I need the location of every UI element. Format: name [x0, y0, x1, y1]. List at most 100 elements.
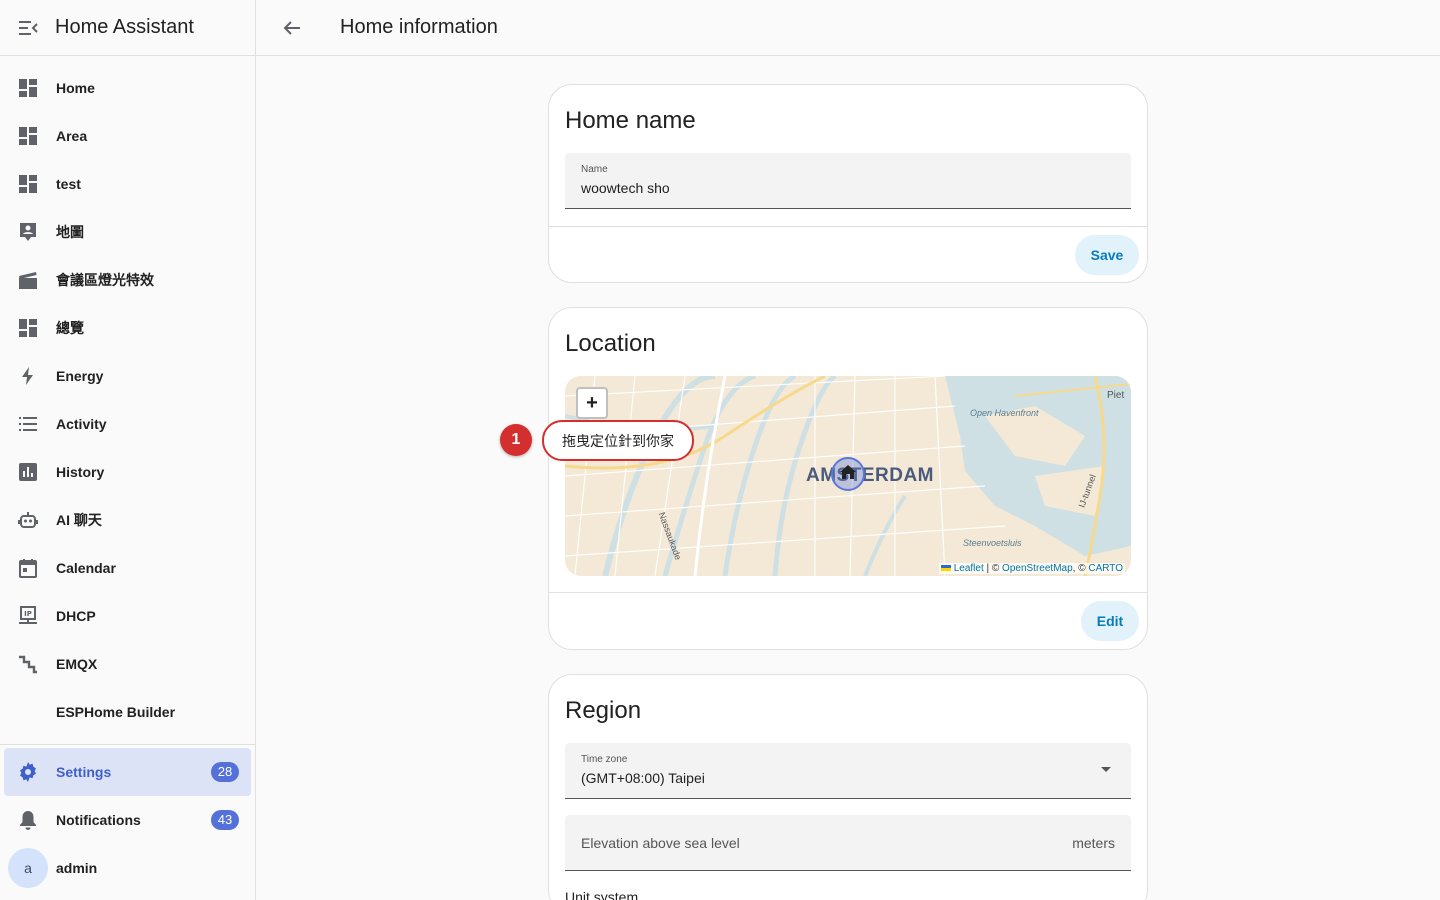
attribution-separator: | © — [983, 563, 1003, 574]
field-placeholder: Elevation above sea level — [581, 835, 740, 851]
sidebar-item-calendar[interactable]: Calendar — [0, 544, 255, 592]
card-title: Home name — [565, 107, 696, 134]
sidebar-header: Home Assistant — [0, 0, 255, 56]
sidebar-item-label: Settings — [56, 764, 112, 780]
dropdown-arrow-icon — [1101, 767, 1111, 772]
dashboard-icon — [17, 125, 39, 147]
sidebar-item-label: Activity — [56, 416, 107, 432]
dashboard-icon — [17, 317, 39, 339]
back-arrow-icon[interactable] — [272, 8, 312, 48]
sidebar-item-home[interactable]: Home — [0, 64, 255, 112]
sidebar-item-label: Home — [56, 80, 95, 96]
top-bar: Home information — [256, 0, 1440, 56]
map-label-city: AMSTERDAM — [806, 465, 934, 486]
ukraine-flag-icon — [940, 565, 951, 572]
stairs-icon — [17, 653, 39, 675]
field-label: Time zone — [581, 754, 628, 765]
sidebar-divider — [0, 744, 255, 745]
card-actions: Edit — [549, 592, 1147, 649]
attribution-separator: , © — [1072, 563, 1089, 574]
home-name-card: Home name Name woowtech sho Save — [548, 84, 1148, 283]
region-card: Region Time zone (GMT+08:00) Taipei Elev… — [548, 674, 1148, 900]
field-label: Name — [581, 164, 608, 175]
save-button[interactable]: Save — [1075, 235, 1139, 275]
carto-link[interactable]: CARTO — [1088, 563, 1123, 574]
sidebar: Home Assistant Home Area test 地圖 會議區燈光特效… — [0, 0, 256, 900]
field-value: woowtech sho — [581, 180, 670, 196]
callout-number-badge: 1 — [500, 424, 532, 456]
settings-badge: 28 — [211, 762, 239, 782]
sidebar-item-label: Calendar — [56, 560, 116, 576]
callout-tooltip: 拖曳定位針到你家 — [542, 420, 694, 461]
sidebar-item-label: test — [56, 176, 81, 192]
location-card: Location AMSTERDAM Open Havenfront Piet … — [548, 307, 1148, 650]
home-icon — [840, 464, 856, 484]
calendar-icon — [17, 557, 39, 579]
chart-box-icon — [17, 461, 39, 483]
sidebar-item-label: Energy — [56, 368, 104, 384]
field-suffix: meters — [1072, 835, 1115, 851]
leaflet-link[interactable]: Leaflet — [954, 563, 984, 574]
edit-button[interactable]: Edit — [1081, 601, 1139, 641]
elevation-field[interactable]: Elevation above sea level meters — [565, 815, 1131, 871]
sidebar-item-esphome-builder[interactable]: ESPHome Builder — [0, 688, 255, 736]
app-title: Home Assistant — [55, 16, 194, 38]
field-value: (GMT+08:00) Taipei — [581, 770, 705, 786]
sidebar-item-label: Notifications — [56, 812, 141, 828]
bell-icon — [17, 809, 39, 831]
sidebar-item-map[interactable]: 地圖 — [0, 208, 255, 256]
map-label-steenvoetsluis: Steenvoetsluis — [963, 538, 1022, 548]
lightning-icon — [17, 365, 39, 387]
sidebar-item-activity[interactable]: Activity — [0, 400, 255, 448]
card-actions: Save — [549, 226, 1147, 282]
sidebar-item-history[interactable]: History — [0, 448, 255, 496]
unit-system-label: Unit system — [565, 889, 639, 900]
list-icon — [17, 413, 39, 435]
sidebar-item-label: 總覽 — [56, 320, 84, 336]
notifications-badge: 43 — [211, 810, 239, 830]
sidebar-item-label: 會議區燈光特效 — [56, 272, 154, 288]
sidebar-item-notifications[interactable]: Notifications 43 — [0, 796, 255, 844]
location-map[interactable]: AMSTERDAM Open Havenfront Piet IJ-tunnel… — [565, 376, 1131, 576]
card-title: Location — [565, 330, 656, 357]
location-marker[interactable] — [831, 457, 865, 491]
svg-text:IP: IP — [24, 610, 32, 618]
home-name-field[interactable]: Name woowtech sho — [565, 153, 1131, 209]
sidebar-item-meeting-lights[interactable]: 會議區燈光特效 — [0, 256, 255, 304]
sidebar-item-area[interactable]: Area — [0, 112, 255, 160]
user-name: admin — [56, 860, 98, 876]
map-attribution: Leaflet | © OpenStreetMap, © CARTO — [938, 563, 1125, 574]
gear-icon — [17, 761, 39, 783]
osm-link[interactable]: OpenStreetMap — [1002, 563, 1073, 574]
sidebar-bottom: Settings 28 Notifications 43 a admin — [0, 748, 255, 892]
dashboard-icon — [17, 173, 39, 195]
menu-collapse-icon[interactable] — [16, 16, 40, 40]
movie-clapper-icon — [17, 269, 39, 291]
avatar: a — [8, 848, 48, 888]
sidebar-item-label: EMQX — [56, 656, 98, 672]
sidebar-item-settings[interactable]: Settings 28 — [4, 748, 251, 796]
map-label-piet: Piet — [1107, 390, 1125, 401]
robot-icon — [17, 509, 39, 531]
timezone-select[interactable]: Time zone (GMT+08:00) Taipei — [565, 743, 1131, 799]
sidebar-item-label: 地圖 — [56, 224, 84, 240]
map-label-havenfront: Open Havenfront — [970, 408, 1039, 418]
sidebar-item-emqx[interactable]: EMQX — [0, 640, 255, 688]
ip-network-icon: IP — [17, 605, 39, 627]
sidebar-item-ai-chat[interactable]: AI 聊天 — [0, 496, 255, 544]
dashboard-icon — [17, 77, 39, 99]
sidebar-item-label: Area — [56, 128, 88, 144]
sidebar-nav: Home Area test 地圖 會議區燈光特效 總覽 Energy Acti… — [0, 64, 255, 736]
sidebar-item-label: ESPHome Builder — [56, 704, 176, 720]
account-box-icon — [17, 221, 39, 243]
sidebar-item-dhcp[interactable]: IP DHCP — [0, 592, 255, 640]
sidebar-item-energy[interactable]: Energy — [0, 352, 255, 400]
card-title: Region — [565, 697, 642, 724]
sidebar-item-user[interactable]: a admin — [0, 844, 255, 892]
sidebar-item-label: DHCP — [56, 608, 96, 624]
sidebar-item-label: History — [56, 464, 105, 480]
sidebar-item-test[interactable]: test — [0, 160, 255, 208]
page-title: Home information — [340, 16, 498, 38]
sidebar-item-overview[interactable]: 總覽 — [0, 304, 255, 352]
zoom-in-button[interactable]: + — [576, 387, 608, 419]
